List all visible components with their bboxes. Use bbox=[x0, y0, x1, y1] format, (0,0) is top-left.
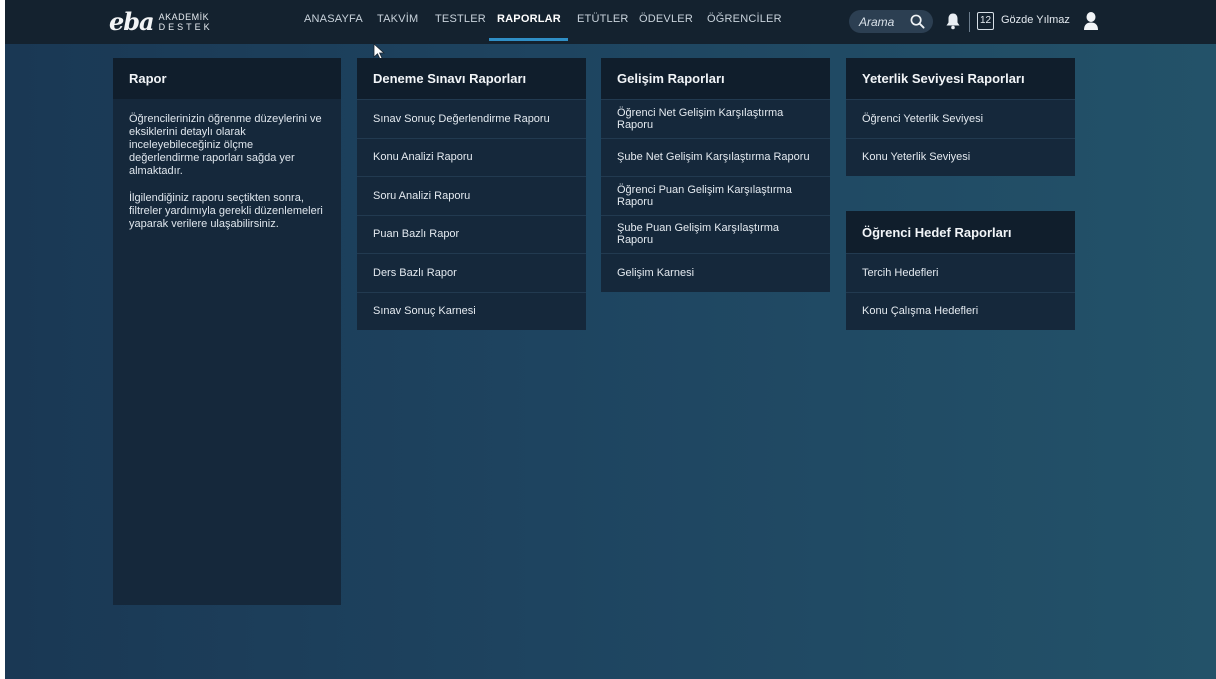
active-nav-indicator bbox=[489, 38, 568, 41]
intro-paragraph-1: Öğrencilerinizin öğrenme düzeylerini ve … bbox=[129, 113, 322, 177]
eba-logo[interactable]: eba AKADEMİK DESTEK bbox=[109, 8, 213, 36]
search-placeholder: Arama bbox=[859, 14, 895, 29]
nav-odevler[interactable]: ÖDEVLER bbox=[639, 13, 693, 25]
top-navbar: eba AKADEMİK DESTEK ANASAYFA TAKVİM TEST… bbox=[5, 0, 1216, 44]
yeterlik-reports-panel: Yeterlik Seviyesi Raporları Öğrenci Yete… bbox=[846, 58, 1075, 176]
intro-title: Rapor bbox=[113, 58, 341, 99]
hedef-reports-panel: Öğrenci Hedef Raporları Tercih Hedefleri… bbox=[846, 211, 1075, 330]
report-gelisim-karnesi[interactable]: Gelişim Karnesi bbox=[601, 253, 830, 292]
nav-ogrenciler[interactable]: ÖĞRENCİLER bbox=[707, 13, 782, 25]
gelisim-reports-panel: Gelişim Raporları Öğrenci Net Gelişim Ka… bbox=[601, 58, 830, 292]
report-sube-net-gelisim[interactable]: Şube Net Gelişim Karşılaştırma Raporu bbox=[601, 137, 830, 177]
report-ders-bazli[interactable]: Ders Bazlı Rapor bbox=[357, 253, 586, 292]
report-konu-analizi[interactable]: Konu Analizi Raporu bbox=[357, 137, 586, 177]
report-sinav-sonuc-karnesi[interactable]: Sınav Sonuç Karnesi bbox=[357, 291, 586, 331]
report-soru-analizi[interactable]: Soru Analizi Raporu bbox=[357, 176, 586, 215]
calendar-icon[interactable]: 12 bbox=[977, 12, 994, 30]
logo-text: AKADEMİK DESTEK bbox=[159, 12, 213, 32]
report-konu-calisma-hedefleri[interactable]: Konu Çalışma Hedefleri bbox=[846, 291, 1075, 331]
yeterlik-title: Yeterlik Seviyesi Raporları bbox=[846, 58, 1075, 99]
hedef-title: Öğrenci Hedef Raporları bbox=[846, 211, 1075, 253]
nav-etutler[interactable]: ETÜTLER bbox=[577, 13, 629, 25]
gelisim-title: Gelişim Raporları bbox=[601, 58, 830, 99]
report-puan-bazli[interactable]: Puan Bazlı Rapor bbox=[357, 214, 586, 254]
intro-panel: Rapor Öğrencilerinizin öğrenme düzeyleri… bbox=[113, 58, 341, 605]
nav-raporlar[interactable]: RAPORLAR bbox=[497, 13, 561, 25]
app-frame: eba AKADEMİK DESTEK ANASAYFA TAKVİM TEST… bbox=[5, 0, 1216, 679]
logo-mark: eba bbox=[109, 7, 155, 36]
logo-line1: AKADEMİK bbox=[158, 12, 210, 22]
nav-takvim[interactable]: TAKVİM bbox=[377, 13, 418, 25]
report-sinav-sonuc-degerlendirme[interactable]: Sınav Sonuç Değerlendirme Raporu bbox=[357, 99, 586, 138]
search-icon[interactable] bbox=[910, 14, 925, 29]
nav-testler[interactable]: TESTLER bbox=[435, 13, 486, 25]
intro-paragraph-2: İlgilendiğiniz raporu seçtikten sonra, f… bbox=[129, 192, 323, 230]
user-name[interactable]: Gözde Yılmaz bbox=[1001, 14, 1070, 26]
report-ogrenci-yeterlik[interactable]: Öğrenci Yeterlik Seviyesi bbox=[846, 99, 1075, 138]
report-tercih-hedefleri[interactable]: Tercih Hedefleri bbox=[846, 253, 1075, 292]
header-divider bbox=[969, 12, 970, 32]
search-box[interactable]: Arama bbox=[849, 10, 933, 33]
nav-anasayfa[interactable]: ANASAYFA bbox=[304, 13, 363, 25]
logo-line2: DESTEK bbox=[158, 22, 213, 32]
bell-icon[interactable] bbox=[945, 12, 961, 30]
report-konu-yeterlik[interactable]: Konu Yeterlik Seviyesi bbox=[846, 137, 1075, 177]
report-ogrenci-net-gelisim[interactable]: Öğrenci Net Gelişim Karşılaştırma Raporu bbox=[601, 99, 830, 138]
deneme-title: Deneme Sınavı Raporları bbox=[357, 58, 586, 99]
report-ogrenci-puan-gelisim[interactable]: Öğrenci Puan Gelişim Karşılaştırma Rapor… bbox=[601, 176, 830, 215]
deneme-reports-panel: Deneme Sınavı Raporları Sınav Sonuç Değe… bbox=[357, 58, 586, 330]
intro-text: Öğrencilerinizin öğrenme düzeylerini ve … bbox=[113, 99, 341, 245]
report-sube-puan-gelisim[interactable]: Şube Puan Gelişim Karşılaştırma Raporu bbox=[601, 214, 830, 254]
user-icon[interactable] bbox=[1083, 11, 1099, 31]
